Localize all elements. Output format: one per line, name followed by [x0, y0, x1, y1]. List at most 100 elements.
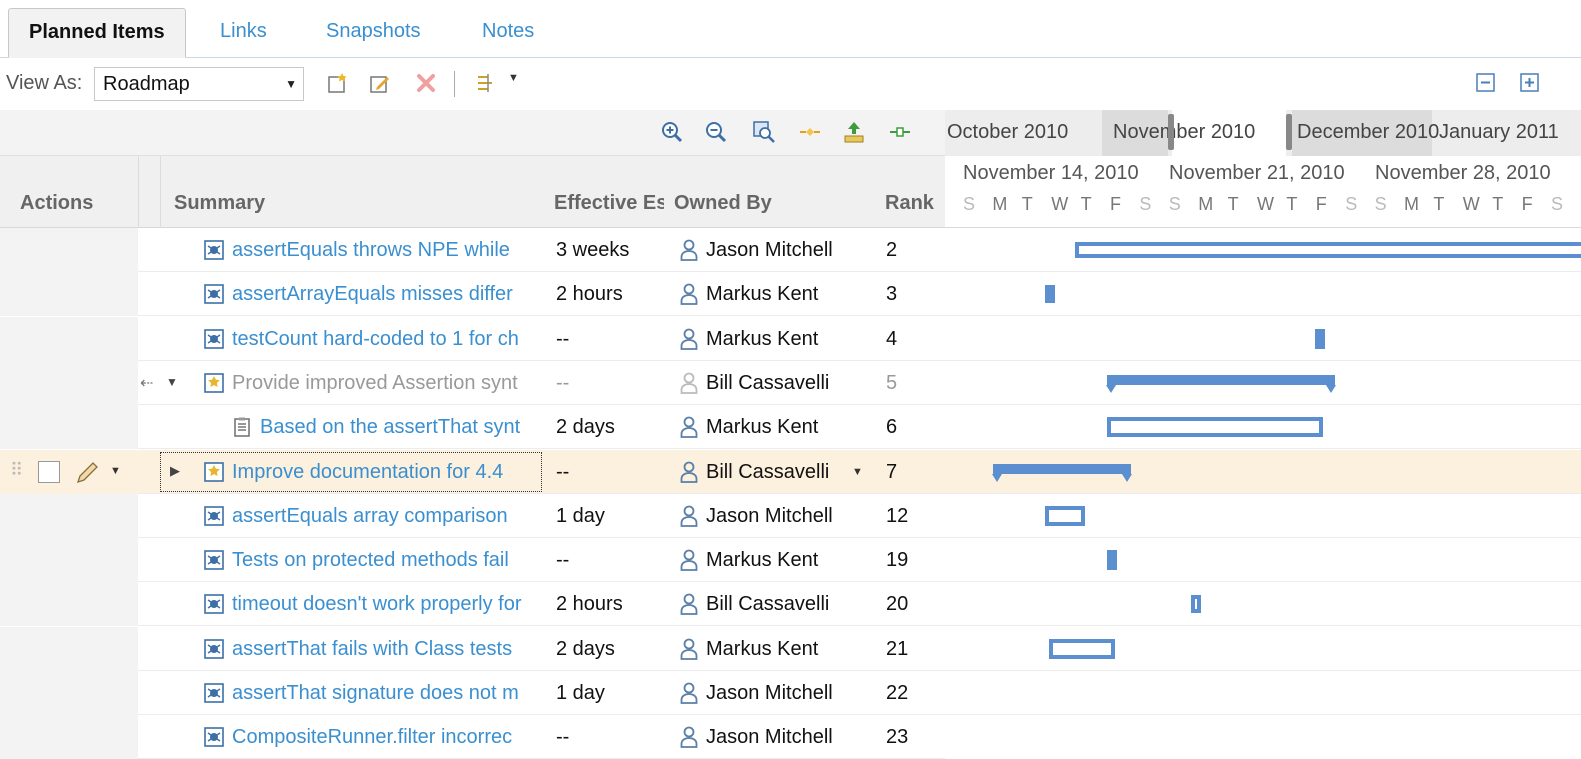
zoom-out-icon[interactable]: [704, 120, 728, 144]
view-as-label: View As:: [6, 72, 83, 94]
table-row[interactable]: Tests on protected methods fail -- Markus …: [0, 538, 945, 583]
owner-cell[interactable]: Jason Mitchell: [706, 715, 866, 759]
chevron-down-icon[interactable]: ▼: [110, 465, 121, 477]
schedule-bar[interactable]: [1045, 285, 1055, 304]
roadmap-timeline: October 2010 November 2010 December 2010…: [945, 110, 1581, 755]
table-row[interactable]: assertThat fails with Class tests 2 days M…: [0, 626, 945, 671]
filter-dropdown-icon[interactable]: ▼: [508, 72, 519, 84]
schedule-bar[interactable]: [1107, 417, 1323, 438]
summary-link[interactable]: Improve documentation for 4.4: [232, 450, 540, 494]
pencil-icon[interactable]: [74, 460, 100, 486]
tab-planned-items[interactable]: Planned Items: [8, 8, 186, 58]
drag-handle-icon[interactable]: ⠿: [10, 460, 23, 481]
schedule-bar[interactable]: [1045, 505, 1085, 526]
timeline-row: [945, 361, 1581, 405]
timeline-row: [945, 449, 1581, 494]
column-header-summary[interactable]: Summary: [174, 192, 265, 215]
summary-link[interactable]: assertThat signature does not m: [232, 671, 540, 715]
export-icon[interactable]: [842, 120, 866, 144]
column-header-owned-by[interactable]: Owned By: [674, 192, 772, 215]
tab-links[interactable]: Links: [200, 8, 287, 58]
timeline-months: October 2010 November 2010 December 2010…: [945, 110, 1581, 156]
owner-dropdown-icon[interactable]: ▼: [852, 466, 863, 478]
toolbar: View As: Roadmap ▼ ▼: [0, 59, 1581, 109]
rank-cell: 4: [886, 327, 898, 350]
range-handle-left[interactable]: [1168, 114, 1174, 150]
table-row[interactable]: Based on the assertThat synt 2 days Markus…: [0, 405, 945, 450]
table-row[interactable]: assertEquals throws NPE while 3 weeks Jaso…: [0, 228, 945, 272]
user-icon: [680, 682, 698, 704]
tab-notes[interactable]: Notes: [462, 8, 554, 58]
table-row[interactable]: ⠿ ▼ ▶ Improve documentation for 4.4 -- Bill C…: [0, 449, 945, 494]
collapse-triangle-icon[interactable]: ▼: [166, 375, 178, 389]
expand-triangle-icon[interactable]: ▶: [170, 463, 180, 479]
summary-link[interactable]: CompositeRunner.filter incorrec: [232, 715, 540, 759]
column-header-actions[interactable]: Actions: [20, 192, 93, 215]
delete-icon[interactable]: [414, 71, 438, 95]
summary-link[interactable]: assertThat fails with Class tests: [232, 627, 540, 671]
table-row[interactable]: ⇠ ▼ Provide improved Assertion synt -- Bill …: [0, 360, 945, 405]
schedule-bar[interactable]: [1315, 328, 1325, 349]
owner-cell[interactable]: Markus Kent: [706, 272, 866, 316]
owner-cell[interactable]: Bill Cassavelli: [706, 582, 866, 626]
summary-schedule-bar[interactable]: [992, 463, 1132, 482]
zoom-fit-icon[interactable]: [752, 120, 776, 144]
table-row[interactable]: assertEquals array comparison 1 day Jason …: [0, 493, 945, 538]
expand-all-icon[interactable]: [1518, 71, 1542, 95]
schedule-bar[interactable]: [1075, 242, 1581, 258]
day-label: M: [1404, 194, 1419, 214]
owner-cell[interactable]: Bill Cassavelli: [706, 450, 866, 494]
summary-link[interactable]: assertEquals throws NPE while: [232, 228, 540, 272]
row-actions: [0, 360, 138, 405]
timeline-row: [945, 405, 1581, 450]
day-label: T: [1433, 194, 1445, 214]
owner-cell[interactable]: Markus Kent: [706, 627, 866, 671]
defect-icon: [204, 240, 224, 260]
user-icon: [680, 549, 698, 571]
day-label: F: [1110, 194, 1121, 214]
day-label: S: [1139, 194, 1152, 214]
edit-item-icon[interactable]: [368, 71, 392, 95]
row-checkbox[interactable]: [38, 460, 60, 483]
summary-schedule-bar[interactable]: [1106, 374, 1336, 393]
day-label: W: [1051, 194, 1069, 214]
fit-schedule-icon[interactable]: [888, 120, 912, 144]
owner-cell[interactable]: Jason Mitchell: [706, 671, 866, 715]
summary-link[interactable]: assertArrayEquals misses differ: [232, 272, 540, 316]
rank-cell: 5: [886, 371, 898, 394]
column-divider: [160, 156, 161, 228]
table-row[interactable]: timeout doesn't work properly for 2 hours…: [0, 582, 945, 627]
tab-snapshots[interactable]: Snapshots: [306, 8, 441, 58]
table-row[interactable]: CompositeRunner.filter incorrec -- Jason M…: [0, 715, 945, 759]
rank-cell: 12: [886, 504, 909, 527]
zoom-in-icon[interactable]: [660, 120, 684, 144]
column-header-effective-estimate[interactable]: Effective Es: [554, 192, 664, 215]
owner-cell[interactable]: Bill Cassavelli: [706, 361, 866, 405]
table-row[interactable]: assertArrayEquals misses differ 2 hours Ma…: [0, 272, 945, 317]
summary-link[interactable]: Based on the assertThat synt: [260, 405, 540, 449]
collapse-all-icon[interactable]: [1474, 71, 1498, 95]
table-row[interactable]: testCount hard-coded to 1 for ch -- Markus…: [0, 316, 945, 361]
summary-link[interactable]: timeout doesn't work properly for: [232, 582, 540, 626]
table-row[interactable]: assertThat signature does not m 1 day Jaso…: [0, 671, 945, 715]
link-arrow-icon: ⇠: [140, 374, 154, 392]
view-as-select[interactable]: Roadmap ▼: [94, 67, 304, 101]
owner-cell[interactable]: Jason Mitchell: [706, 494, 866, 538]
day-label: F: [1315, 194, 1327, 214]
schedule-bar[interactable]: [1107, 550, 1117, 571]
owner-cell[interactable]: Jason Mitchell: [706, 228, 866, 272]
week-label: November 21, 2010: [1169, 162, 1345, 184]
owner-cell[interactable]: Markus Kent: [706, 405, 866, 449]
column-header-rank[interactable]: Rank: [885, 192, 934, 215]
filter-icon[interactable]: [474, 71, 498, 95]
new-item-icon[interactable]: [326, 71, 350, 95]
summary-link[interactable]: testCount hard-coded to 1 for ch: [232, 317, 540, 361]
summary-link[interactable]: Tests on protected methods fail: [232, 538, 540, 582]
summary-link[interactable]: Provide improved Assertion synt: [232, 361, 540, 405]
summary-link[interactable]: assertEquals array comparison: [232, 494, 540, 538]
schedule-bar[interactable]: [1049, 638, 1115, 659]
scroll-to-today-icon[interactable]: [798, 120, 822, 144]
owner-cell[interactable]: Markus Kent: [706, 317, 866, 361]
owner-cell[interactable]: Markus Kent: [706, 538, 866, 582]
schedule-bar[interactable]: [1191, 595, 1201, 614]
